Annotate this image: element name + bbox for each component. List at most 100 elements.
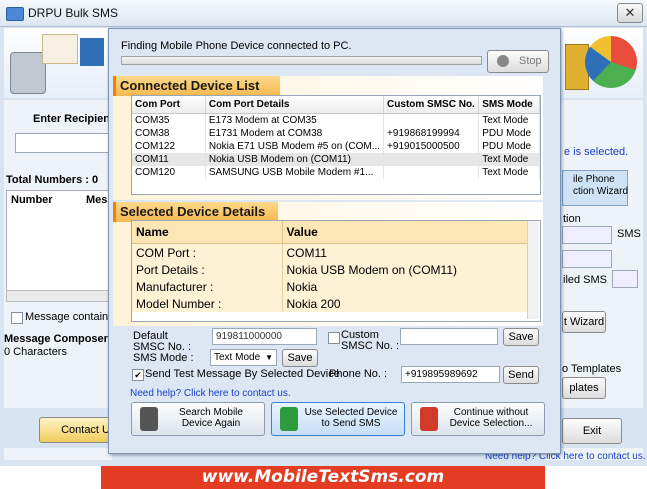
selected-device-details-title: Selected Device Details (113, 202, 278, 222)
wizard-label-line2: ction Wizard (573, 186, 629, 197)
use-selected-line1: Use Selected Device (304, 407, 398, 418)
dialog-help-link[interactable]: Need help? Click here to contact us. (130, 388, 291, 399)
detail-name: Manufacturer : (132, 278, 283, 295)
continue-text: Continue without Device Selection... (442, 407, 540, 429)
col-value: Value (282, 221, 529, 244)
sms-mode-select[interactable]: Text Mode ▼ (210, 349, 277, 366)
mode-cell: PDU Mode (478, 127, 540, 140)
col-custom-smsc: Custom SMSC No. (383, 96, 480, 114)
failed-sms-label: iled SMS (563, 274, 608, 286)
search-phone-icon (140, 407, 158, 431)
envelope-icon (42, 34, 78, 64)
characters-count: 0 Characters (4, 346, 67, 358)
sms-mode-label: SMS Mode : (133, 352, 194, 364)
stop-button[interactable]: Stop (487, 50, 549, 73)
detail-value: Nokia USB Modem on (COM11) (282, 261, 529, 278)
wizard-button[interactable]: t Wizard (562, 311, 606, 333)
port-cell: COM38 (132, 127, 206, 140)
total-numbers-label: Total Numbers : 0 (6, 174, 99, 186)
enter-recipient-label: Enter Recipient (33, 113, 114, 125)
continue-line2: Device Selection... (449, 418, 533, 429)
close-button[interactable]: ✕ (617, 3, 643, 23)
use-selected-device-button[interactable]: Use Selected Device to Send SMS (271, 402, 405, 436)
continue-line1: Continue without (453, 407, 529, 418)
app-icon (6, 7, 24, 21)
col-sms-mode: SMS Mode (478, 96, 540, 114)
search-again-line1: Search Mobile (179, 407, 243, 418)
save-custom-smsc-button[interactable]: Save (503, 328, 539, 346)
detail-name: Model Number : (132, 295, 283, 312)
detail-name: COM Port : (132, 243, 283, 261)
phone-no-input[interactable]: +919895989692 (401, 366, 500, 383)
table-row[interactable]: COM120 SAMSUNG USB Mobile Modem #1... Te… (132, 166, 540, 179)
search-again-line2: Device Again (181, 418, 241, 429)
table-row[interactable]: COM122 Nokia E71 USB Modem #5 on (COM...… (132, 140, 540, 153)
finding-status-text: Finding Mobile Phone Device connected to… (121, 40, 352, 52)
custom-smsc-field[interactable] (400, 328, 498, 345)
cancel-phone-icon (420, 407, 438, 431)
details-cell: Nokia USB Modem on (COM11) (205, 153, 385, 166)
failed-sms-select[interactable] (612, 270, 638, 288)
sms-label: SMS (617, 228, 641, 240)
col-com-port-details: Com Port Details (205, 96, 385, 114)
port-cell: COM11 (132, 153, 206, 166)
exit-button[interactable]: Exit (562, 418, 622, 444)
table-row-selected[interactable]: COM11 Nokia USB Modem on (COM11) Text Mo… (132, 153, 540, 166)
custom-smsc-label-2: SMSC No. : (341, 340, 400, 352)
detail-value: Nokia (282, 278, 529, 295)
default-smsc-field[interactable]: 919811000000 (212, 328, 317, 345)
smsc-cell (383, 113, 480, 127)
message-contains-checkbox[interactable] (11, 312, 23, 324)
continue-without-device-button[interactable]: Continue without Device Selection... (411, 402, 545, 436)
custom-smsc-checkbox[interactable] (328, 332, 340, 344)
mobile-phone-icon (10, 52, 46, 94)
templates-button[interactable]: plates (562, 377, 606, 399)
table-row[interactable]: COM35 E173 Modem at COM35 Text Mode (132, 113, 540, 127)
wizard-label-line1: ile Phone (573, 174, 615, 185)
smsc-cell: +919015000500 (383, 140, 480, 153)
detail-row: COM Port : COM11 (132, 243, 529, 261)
selected-device-details-table: Name Value COM Port : COM11 Port Details… (131, 220, 541, 322)
detail-value: Nokia 200 (282, 295, 529, 312)
details-scrollbar[interactable] (527, 221, 539, 319)
option-select-2[interactable] (562, 250, 612, 268)
contact-us-label: Contact U (61, 424, 110, 436)
col-com-port: Com Port (132, 96, 206, 114)
detail-value: COM11 (282, 243, 529, 261)
mode-cell: PDU Mode (478, 140, 540, 153)
send-test-button[interactable]: Send (503, 366, 539, 384)
use-selected-line2: to Send SMS (321, 418, 381, 429)
port-table-header: Com Port Com Port Details Custom SMSC No… (132, 96, 540, 114)
mode-cell: Text Mode (478, 113, 540, 127)
table-row[interactable]: COM38 E1731 Modem at COM38 +919868199994… (132, 127, 540, 140)
smsc-cell (383, 166, 480, 179)
connected-device-table[interactable]: Com Port Com Port Details Custom SMSC No… (131, 95, 541, 195)
contact-us-button[interactable]: Contact U (39, 417, 113, 443)
recipient-input[interactable] (15, 133, 112, 153)
details-cell: SAMSUNG USB Mobile Modem #1... (205, 166, 385, 179)
use-selected-text: Use Selected Device to Send SMS (302, 407, 400, 429)
option-select[interactable] (562, 226, 612, 244)
detail-row: Model Number : Nokia 200 (132, 295, 529, 312)
mode-cell: Text Mode (478, 153, 540, 166)
horizontal-scrollbar[interactable] (6, 290, 114, 302)
details-cell: Nokia E71 USB Modem #5 on (COM... (205, 140, 385, 153)
save-sms-mode-button[interactable]: Save (282, 349, 318, 367)
details-header: Name Value (132, 221, 529, 244)
number-column-header: Number (11, 194, 53, 206)
stop-icon (497, 55, 509, 67)
detail-row: Port Details : Nokia USB Modem on (COM11… (132, 261, 529, 278)
website-banner: www.MobileTextSms.com (101, 466, 545, 489)
window-title: DRPU Bulk SMS (28, 6, 119, 20)
search-progress-bar (121, 56, 482, 65)
sms-mode-value: Text Mode (214, 352, 261, 363)
send-test-label: Send Test Message By Selected Device (145, 368, 340, 380)
stop-label: Stop (519, 55, 542, 67)
chevron-down-icon: ▼ (265, 353, 273, 362)
search-device-again-button[interactable]: Search Mobile Device Again (131, 402, 265, 436)
port-cell: COM122 (132, 140, 206, 153)
detail-name: Port Details : (132, 261, 283, 278)
smsc-cell: +919868199994 (383, 127, 480, 140)
send-test-checkbox[interactable]: ✔ (132, 369, 144, 381)
message-composer-label: Message Composer : (4, 333, 115, 345)
